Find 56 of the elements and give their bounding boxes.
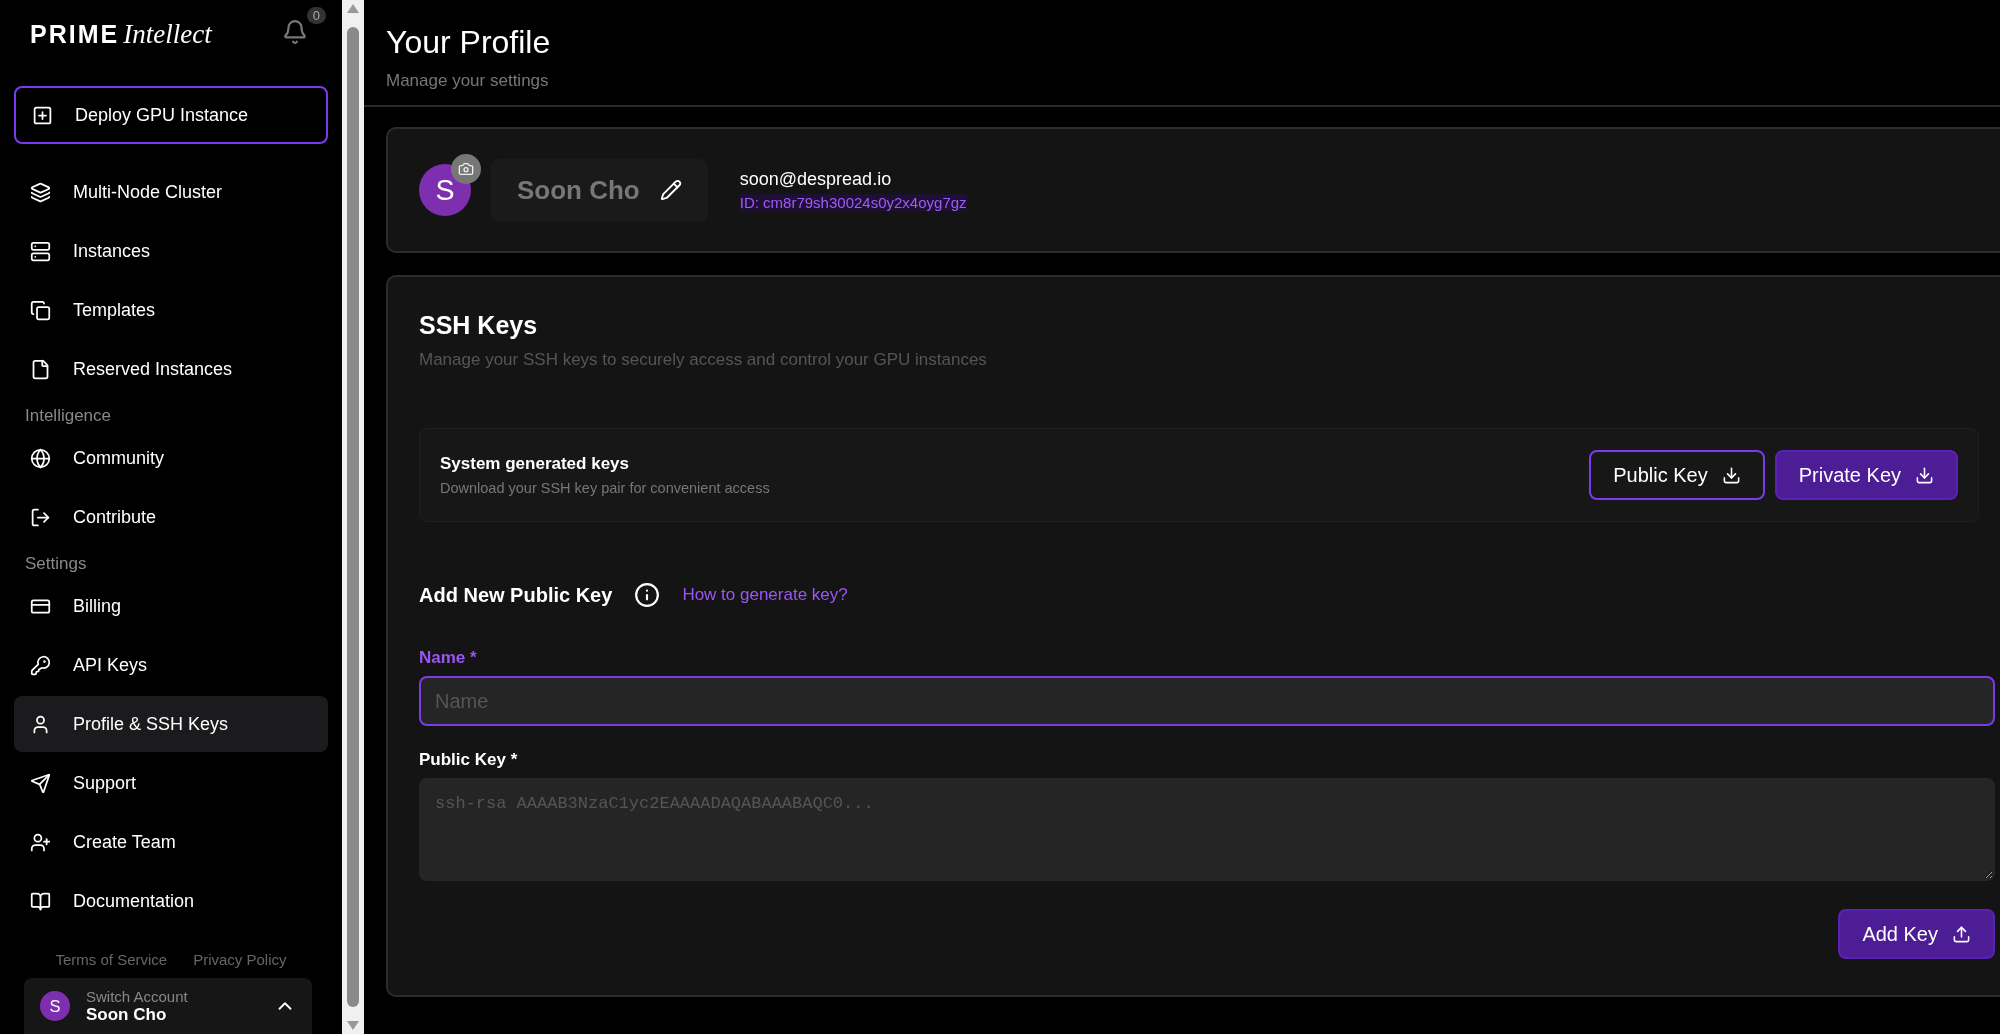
nav-item[interactable]: Documentation <box>14 873 328 929</box>
email-text: soon@despread.io <box>739 169 893 190</box>
download-button[interactable]: Public Key <box>1589 450 1765 500</box>
server-icon <box>30 240 51 262</box>
download-icon <box>1915 465 1934 485</box>
panel-title: System generated keys <box>440 454 630 474</box>
nav-item[interactable]: Contribute <box>14 489 328 545</box>
section-description: Manage your SSH keys to securely access and control your GPU instances <box>419 350 988 370</box>
notification-count: 0 <box>306 7 326 24</box>
nav-section-label: Intelligence <box>24 405 112 427</box>
footer-link[interactable]: Privacy Policy <box>193 951 287 968</box>
nav-item[interactable]: Support <box>14 755 328 811</box>
copy-icon <box>30 299 51 321</box>
upload-icon <box>1952 924 1971 944</box>
layers-icon <box>30 181 51 203</box>
square-plus-icon <box>32 104 53 126</box>
deploy-button[interactable]: Deploy GPU Instance <box>14 86 328 144</box>
name-edit-button[interactable]: Soon Cho <box>491 158 708 222</box>
download-button[interactable]: Private Key <box>1774 450 1958 500</box>
nav-item[interactable]: API Keys <box>14 637 328 693</box>
user-id-text: ID: cm8r79sh30024s0y2x4oyg7gz <box>739 194 967 211</box>
user-plus-icon <box>30 831 51 853</box>
key-icon <box>30 654 51 676</box>
panel-description: Download your SSH key pair for convenient access <box>440 480 770 496</box>
nav-item[interactable]: Billing <box>14 578 328 634</box>
page-subtitle: Manage your settings <box>386 71 550 91</box>
field-label: Name * <box>419 648 478 668</box>
account-caption: Switch Account <box>86 987 189 1005</box>
field-label: Public Key * <box>419 750 519 770</box>
add-key-button[interactable]: Add Key <box>1838 909 1995 959</box>
footer-link[interactable]: Terms of Service <box>55 951 168 968</box>
nav-item[interactable]: Community <box>14 430 328 486</box>
download-icon <box>1721 465 1741 485</box>
nav-item[interactable]: Create Team <box>14 814 328 870</box>
nav-item[interactable]: Reserved Instances <box>14 341 328 397</box>
logo: PRIME Intellect <box>30 18 212 50</box>
nav-item[interactable]: Instances <box>14 223 328 279</box>
scrollbar[interactable] <box>342 0 364 1034</box>
bell-icon[interactable] <box>282 19 308 45</box>
avatar: S <box>40 991 70 1021</box>
file-icon <box>30 358 51 380</box>
nav-item[interactable]: Profile & SSH Keys <box>14 696 328 752</box>
form-title: Add New Public Key <box>419 583 613 607</box>
info-icon[interactable] <box>634 582 661 608</box>
page-title: Your Profile <box>386 24 552 61</box>
help-link[interactable]: How to generate key? <box>682 585 848 605</box>
nav-section-label: Settings <box>24 553 88 575</box>
book-icon <box>30 890 51 912</box>
nav-item[interactable]: Templates <box>14 282 328 338</box>
section-title: SSH Keys <box>419 311 539 340</box>
nav-item[interactable]: Multi-Node Cluster <box>14 164 328 220</box>
account-name: Soon Cho <box>86 1004 168 1025</box>
pencil-icon <box>659 179 682 201</box>
globe-icon <box>30 447 51 469</box>
send-icon <box>30 772 51 794</box>
account-switcher[interactable]: S Switch Account Soon Cho <box>24 978 312 1034</box>
